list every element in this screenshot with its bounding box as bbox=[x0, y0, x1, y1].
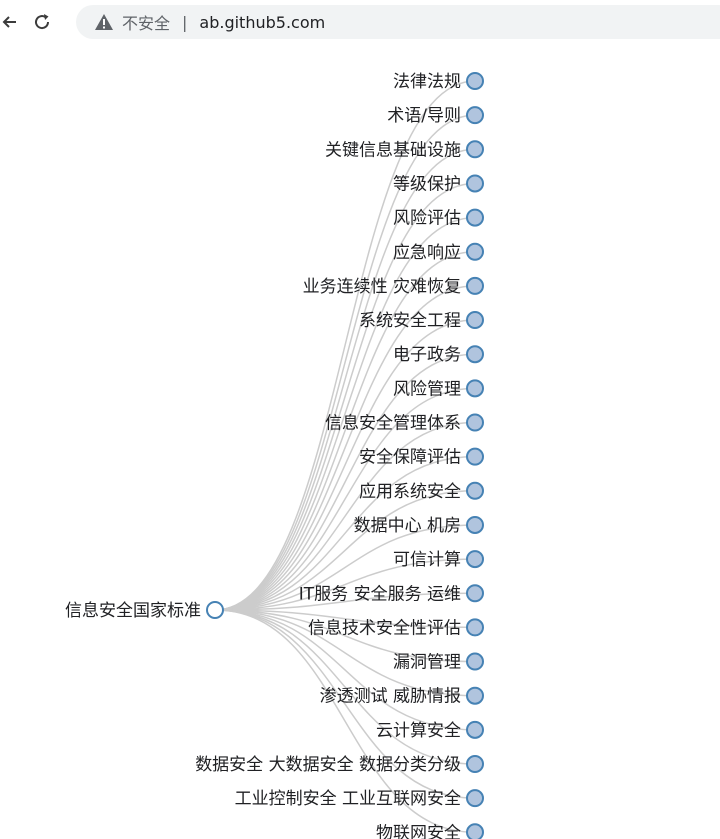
leaf-node-circle[interactable] bbox=[466, 823, 484, 839]
back-arrow-icon bbox=[2, 16, 16, 28]
tree-leaf-node[interactable]: 应急响应 bbox=[393, 242, 484, 263]
tree-leaf-node[interactable]: 法律法规 bbox=[393, 72, 484, 92]
leaf-node-label: 关键信息基础设施 bbox=[325, 140, 461, 160]
tree-leaf-node[interactable]: 渗透测试 威胁情报 bbox=[320, 686, 484, 707]
tree-leaf-node[interactable]: 物联网安全 bbox=[376, 823, 484, 839]
leaf-node-circle[interactable] bbox=[466, 550, 484, 569]
tree-leaf-node[interactable]: 数据中心 机房 bbox=[354, 515, 484, 536]
leaf-node-label: 数据安全 大数据安全 数据分类分级 bbox=[195, 755, 461, 775]
tree-leaf-node[interactable]: 云计算安全 bbox=[376, 720, 484, 741]
tree-leaf-node[interactable]: 等级保护 bbox=[393, 174, 484, 194]
leaf-node-label: 安全保障评估 bbox=[359, 448, 461, 468]
leaf-node-label: 等级保护 bbox=[393, 174, 461, 194]
tree-leaf-node[interactable]: 关键信息基础设施 bbox=[325, 140, 484, 160]
leaf-node-label: 信息技术安全性评估 bbox=[308, 618, 461, 638]
tree-leaf-node[interactable]: 信息技术安全性评估 bbox=[308, 618, 484, 638]
reload-icon bbox=[35, 14, 50, 30]
leaf-node-label: 可信计算 bbox=[393, 550, 461, 570]
leaf-node-circle[interactable] bbox=[466, 652, 484, 671]
tree-leaf-node[interactable]: 术语/导则 bbox=[387, 106, 484, 126]
leaf-node-label: 应用系统安全 bbox=[359, 482, 461, 502]
tree-leaf-node[interactable]: 信息安全管理体系 bbox=[325, 413, 484, 434]
back-button[interactable] bbox=[0, 6, 26, 38]
leaf-node-circle[interactable] bbox=[466, 311, 484, 330]
leaf-node-circle[interactable] bbox=[466, 720, 484, 739]
leaf-node-label: 数据中心 机房 bbox=[354, 516, 461, 536]
tree-leaf-node[interactable]: IT服务 安全服务 运维 bbox=[299, 584, 484, 604]
tree-leaf-node[interactable]: 可信计算 bbox=[393, 550, 484, 570]
leaf-node-circle[interactable] bbox=[466, 106, 484, 125]
warning-icon[interactable] bbox=[94, 12, 114, 32]
leaf-node-label: 物联网安全 bbox=[376, 823, 461, 839]
tree-leaf-node[interactable]: 风险评估 bbox=[393, 208, 484, 229]
leaf-node-circle[interactable] bbox=[466, 755, 484, 773]
leaf-node-label: 风险管理 bbox=[393, 379, 461, 399]
tree-svg: 信息安全国家标准 法律法规术语/导则关键信息基础设施等级保护风险评估应急响应业务连… bbox=[65, 72, 484, 839]
leaf-node-circle[interactable] bbox=[466, 345, 484, 364]
tree-leaf-node[interactable]: 业务连续性 灾难恢复 bbox=[303, 276, 484, 297]
tree-leaf-node[interactable]: 电子政务 bbox=[393, 345, 484, 365]
leaf-node-label: 系统安全工程 bbox=[359, 311, 461, 331]
leaf-node-circle[interactable] bbox=[466, 413, 484, 432]
root-node-circle[interactable] bbox=[206, 601, 224, 619]
leaf-node-circle[interactable] bbox=[466, 242, 484, 261]
url-text[interactable]: ab.github5.com bbox=[199, 13, 325, 32]
leaf-node-circle[interactable] bbox=[466, 72, 484, 90]
security-label[interactable]: 不安全 bbox=[122, 10, 170, 34]
leaf-node-label: 漏洞管理 bbox=[393, 653, 461, 673]
leaf-node-label: 云计算安全 bbox=[376, 721, 461, 741]
tree-diagram: 信息安全国家标准 法律法规术语/导则关键信息基础设施等级保护风险评估应急响应业务连… bbox=[0, 44, 720, 839]
tree-leaf-node[interactable]: 数据安全 大数据安全 数据分类分级 bbox=[195, 755, 484, 775]
leaf-node-label: 术语/导则 bbox=[387, 106, 461, 126]
tree-leaf-node[interactable]: 漏洞管理 bbox=[393, 652, 484, 673]
leaf-node-label: 信息安全管理体系 bbox=[325, 414, 461, 434]
tree-leaf-node[interactable]: 工业控制安全 工业互联网安全 bbox=[235, 789, 484, 809]
leaf-node-label: IT服务 安全服务 运维 bbox=[299, 584, 461, 604]
leaf-node-circle[interactable] bbox=[466, 618, 484, 637]
reload-button[interactable] bbox=[26, 6, 58, 38]
leaf-node-circle[interactable] bbox=[466, 276, 484, 295]
leaf-node-label: 工业控制安全 工业互联网安全 bbox=[235, 789, 461, 809]
leaf-node-circle[interactable] bbox=[466, 447, 484, 466]
leaf-node-circle[interactable] bbox=[466, 515, 484, 534]
leaf-node-label: 渗透测试 威胁情报 bbox=[320, 687, 461, 707]
leaf-node-label: 法律法规 bbox=[393, 72, 461, 92]
tree-leaf-node[interactable]: 风险管理 bbox=[393, 379, 484, 399]
leaf-node-circle[interactable] bbox=[466, 379, 484, 398]
leaf-node-circle[interactable] bbox=[466, 140, 484, 159]
leaf-node-circle[interactable] bbox=[466, 584, 484, 603]
leaf-node-circle[interactable] bbox=[466, 481, 484, 500]
leaf-node-circle[interactable] bbox=[466, 208, 484, 227]
address-bar[interactable]: 不安全 | ab.github5.com bbox=[76, 5, 720, 39]
leaf-node-circle[interactable] bbox=[466, 789, 484, 808]
url-separator: | bbox=[182, 12, 188, 32]
leaf-node-circle[interactable] bbox=[466, 686, 484, 705]
tree-root-node[interactable]: 信息安全国家标准 bbox=[65, 601, 224, 621]
browser-toolbar: 不安全 | ab.github5.com bbox=[0, 0, 720, 44]
leaf-node-label: 风险评估 bbox=[393, 209, 461, 229]
leaf-node-label: 业务连续性 灾难恢复 bbox=[303, 277, 461, 297]
leaf-node-label: 应急响应 bbox=[393, 243, 461, 263]
leaf-node-circle[interactable] bbox=[466, 174, 484, 193]
root-node-label: 信息安全国家标准 bbox=[65, 601, 201, 621]
leaf-node-label: 电子政务 bbox=[393, 345, 461, 365]
